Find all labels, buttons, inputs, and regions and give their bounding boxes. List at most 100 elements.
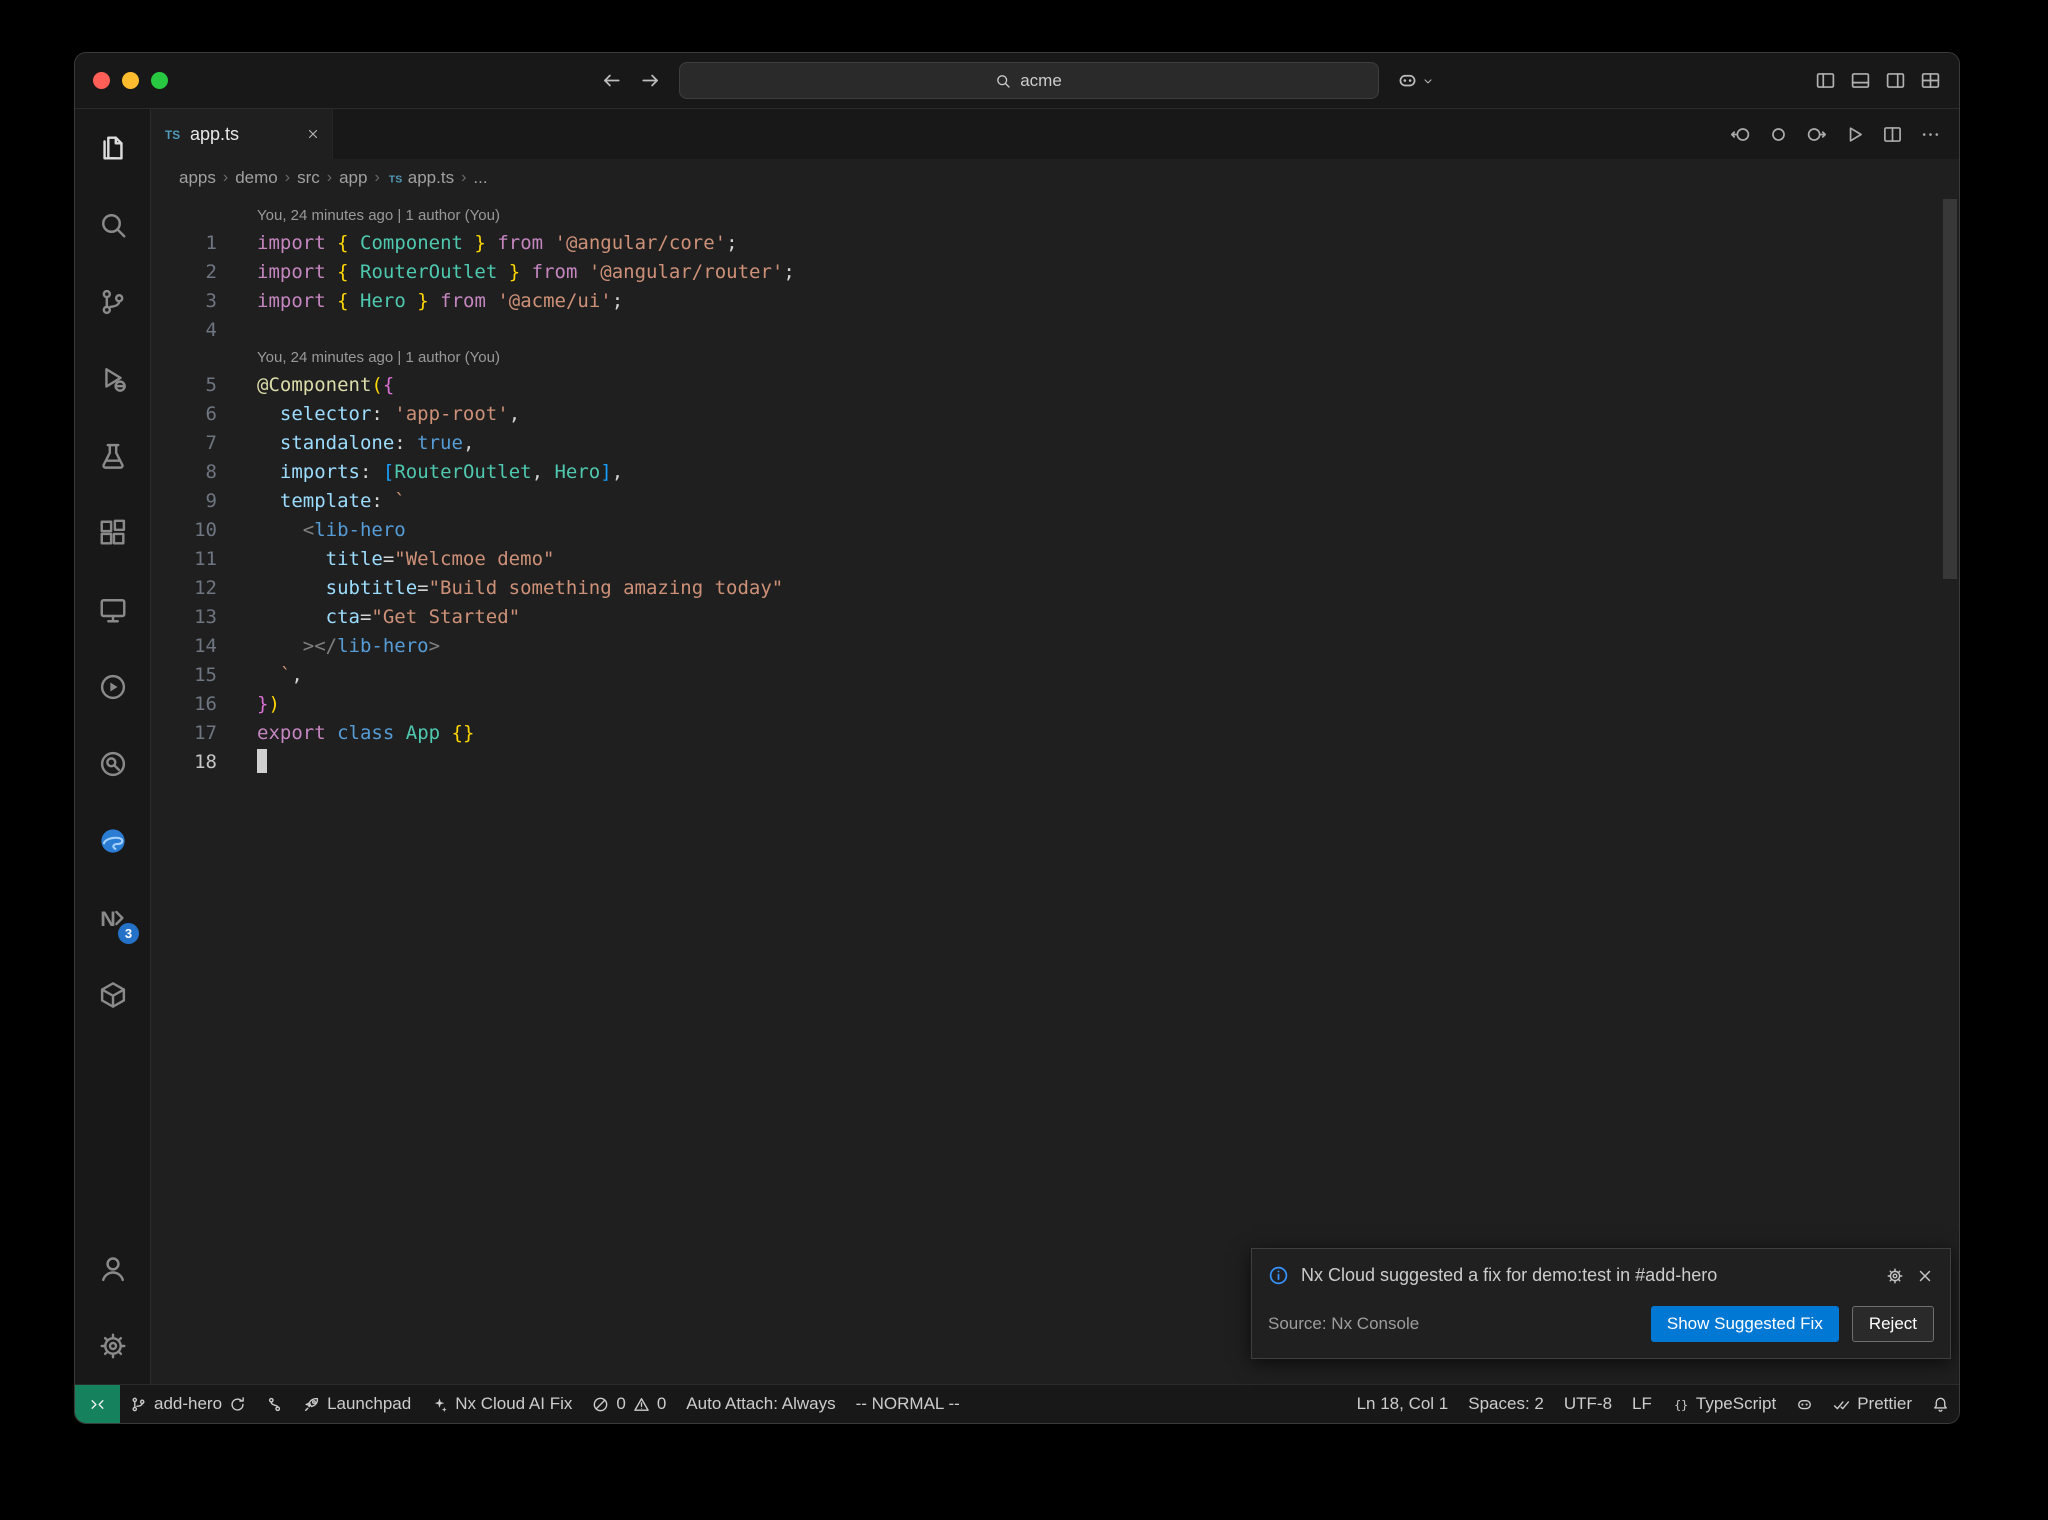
code-line-2[interactable]: 2 import { RouterOutlet } from '@angular/… [151, 258, 1959, 287]
line-number[interactable]: 3 [151, 287, 217, 316]
more-actions-button[interactable] [1920, 124, 1941, 145]
line-number[interactable]: 4 [151, 316, 217, 345]
line-number[interactable]: 13 [151, 603, 217, 632]
line-number[interactable]: 12 [151, 574, 217, 603]
remote-indicator[interactable] [75, 1385, 120, 1423]
activity-item-search-editor[interactable] [75, 725, 150, 802]
line-number[interactable]: 10 [151, 516, 217, 545]
codelens-annotation[interactable]: You, 24 minutes ago | 1 author (You) [151, 345, 1959, 371]
scrollbar-thumb[interactable] [1943, 199, 1957, 579]
activity-item-extensions[interactable] [75, 494, 150, 571]
breadcrumb-item-src[interactable]: src [297, 168, 320, 188]
notification-close-icon[interactable] [1916, 1267, 1934, 1285]
auto-attach-status[interactable]: Auto Attach: Always [676, 1385, 845, 1423]
toggle-secondary-sidebar-icon[interactable] [1885, 70, 1906, 91]
line-number[interactable]: 16 [151, 690, 217, 719]
activity-item-testing[interactable] [75, 417, 150, 494]
problems-status[interactable]: 00 [582, 1385, 676, 1423]
line-number[interactable]: 1 [151, 229, 217, 258]
activity-item-nx-console[interactable]: N3 [75, 879, 150, 956]
line-number[interactable]: 18 [151, 748, 217, 777]
code-line-7[interactable]: 7 standalone: true, [151, 429, 1959, 458]
line-number[interactable]: 9 [151, 487, 217, 516]
activity-item-edge-devtools[interactable] [75, 802, 150, 879]
split-editor-button[interactable] [1882, 124, 1903, 145]
line-number[interactable]: 5 [151, 371, 217, 400]
code-line-10[interactable]: 10 <lib-hero [151, 516, 1959, 545]
breadcrumb-item-apps[interactable]: apps [179, 168, 216, 188]
line-number[interactable]: 2 [151, 258, 217, 287]
code-line-8[interactable]: 8 imports: [RouterOutlet, Hero], [151, 458, 1959, 487]
show-suggested-fix-button[interactable]: Show Suggested Fix [1650, 1306, 1839, 1342]
line-number[interactable]: 7 [151, 429, 217, 458]
git-graph-button[interactable] [256, 1385, 293, 1423]
line-number[interactable]: 15 [151, 661, 217, 690]
close-window-button[interactable] [93, 72, 110, 89]
history-forward-icon[interactable] [640, 70, 661, 91]
prettier-status[interactable]: Prettier [1823, 1385, 1922, 1423]
customize-layout-icon[interactable] [1920, 70, 1941, 91]
breadcrumb-item-demo[interactable]: demo [235, 168, 278, 188]
code-line-17[interactable]: 17 export class App {} [151, 719, 1959, 748]
line-number[interactable]: 8 [151, 458, 217, 487]
activity-item-run-and-debug[interactable] [75, 340, 150, 417]
reject-button[interactable]: Reject [1851, 1306, 1934, 1342]
code-line-18[interactable]: 18 [151, 748, 1959, 777]
code-line-14[interactable]: 14 ></lib-hero> [151, 632, 1959, 661]
code-line-13[interactable]: 13 cta="Get Started" [151, 603, 1959, 632]
line-number[interactable]: 14 [151, 632, 217, 661]
language-status[interactable]: {} TypeScript [1662, 1385, 1786, 1423]
breadcrumb-item-app-ts[interactable]: TS app.ts [387, 168, 455, 188]
copilot-menu[interactable] [1397, 70, 1434, 91]
command-center-search[interactable]: acme [678, 62, 1379, 99]
code-line-5[interactable]: 5 @Component({ [151, 371, 1959, 400]
code-line-15[interactable]: 15 `, [151, 661, 1959, 690]
codelens-annotation[interactable]: You, 24 minutes ago | 1 author (You) [151, 203, 1959, 229]
activity-item-remote-explorer[interactable] [75, 571, 150, 648]
code-line-9[interactable]: 9 template: ` [151, 487, 1959, 516]
notifications-bell[interactable] [1922, 1385, 1959, 1423]
history-back-icon[interactable] [601, 70, 622, 91]
indentation-status[interactable]: Spaces: 2 [1458, 1385, 1554, 1423]
close-tab-icon[interactable] [306, 127, 320, 141]
activity-item-task-runner[interactable] [75, 648, 150, 725]
activity-item-accounts[interactable] [75, 1230, 150, 1307]
vim-mode-status[interactable]: -- NORMAL -- [846, 1385, 970, 1423]
tab-app-ts[interactable]: TS app.ts [151, 109, 333, 159]
line-number[interactable]: 17 [151, 719, 217, 748]
notification-gear-icon[interactable] [1886, 1267, 1904, 1285]
previous-change-button[interactable] [1730, 124, 1751, 145]
activity-item-source-control[interactable] [75, 263, 150, 340]
minimize-window-button[interactable] [122, 72, 139, 89]
activity-item-search[interactable] [75, 186, 150, 263]
code-line-12[interactable]: 12 subtitle="Build something amazing tod… [151, 574, 1959, 603]
code-line-1[interactable]: 1 import { Component } from '@angular/cor… [151, 229, 1959, 258]
code-line-11[interactable]: 11 title="Welcmoe demo" [151, 545, 1959, 574]
line-number[interactable]: 11 [151, 545, 217, 574]
activity-item-settings[interactable] [75, 1307, 150, 1384]
code-editor[interactable]: You, 24 minutes ago | 1 author (You) 1 imp… [151, 197, 1959, 1384]
zoom-window-button[interactable] [151, 72, 168, 89]
code-line-6[interactable]: 6 selector: 'app-root', [151, 400, 1959, 429]
launchpad-button[interactable]: Launchpad [293, 1385, 421, 1423]
breadcrumb-item-app[interactable]: app [339, 168, 367, 188]
cursor-position-status[interactable]: Ln 18, Col 1 [1347, 1385, 1459, 1423]
code-line-3[interactable]: 3 import { Hero } from '@acme/ui'; [151, 287, 1959, 316]
line-number[interactable]: 6 [151, 400, 217, 429]
activity-item-containers[interactable] [75, 956, 150, 1033]
encoding-status[interactable]: UTF-8 [1554, 1385, 1622, 1423]
breadcrumb-item--[interactable]: ... [473, 168, 487, 188]
code-line-16[interactable]: 16}) [151, 690, 1959, 719]
toggle-sidebar-icon[interactable] [1815, 70, 1836, 91]
next-change-button[interactable] [1806, 124, 1827, 145]
editor-scrollbar[interactable] [1943, 197, 1957, 1384]
eol-status[interactable]: LF [1622, 1385, 1662, 1423]
branch-status[interactable]: add-hero [120, 1385, 256, 1423]
run-file-button[interactable] [1844, 124, 1865, 145]
toggle-panel-icon[interactable] [1850, 70, 1871, 91]
activity-item-explorer[interactable] [75, 109, 150, 186]
copilot-status[interactable] [1786, 1385, 1823, 1423]
nx-cloud-ai-fix-button[interactable]: Nx Cloud AI Fix [421, 1385, 582, 1423]
change-indicator-button[interactable] [1768, 124, 1789, 145]
code-line-4[interactable]: 4 [151, 316, 1959, 345]
